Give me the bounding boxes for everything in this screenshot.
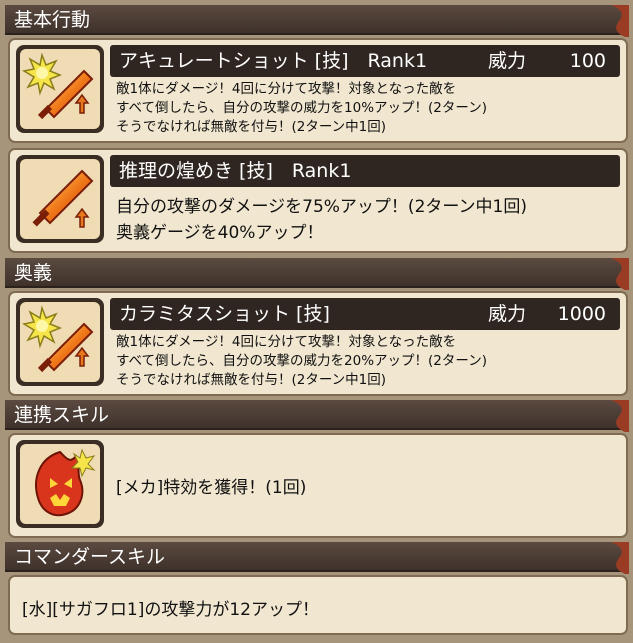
section-title: 奥義: [14, 262, 53, 284]
link-skill-card[interactable]: [メカ]特効を獲得！(1回): [8, 433, 628, 538]
link-skill-text: [メカ]特効を獲得！(1回): [116, 478, 307, 498]
power-value: 1000: [557, 303, 606, 325]
header-curl-ornament: [611, 400, 629, 432]
skill-description: 敵1体にダメージ！4回に分けて攻撃！対象となった敵を すべて倒したら、自分の攻撃…: [116, 333, 616, 390]
section-header-commander-skill: コマンダースキル: [5, 542, 629, 574]
description-line: 敵1体にダメージ！4回に分けて攻撃！対象となった敵を: [116, 334, 457, 350]
power-label: 威力: [487, 303, 526, 325]
power-label: 威力: [487, 50, 526, 72]
section-title: 基本行動: [14, 9, 91, 31]
header-curl-ornament: [611, 542, 629, 574]
burst-sword-icon: [21, 52, 94, 120]
description-line: そうでなければ無敵を付与！(2ターン中1回): [116, 119, 387, 135]
description-line: そうでなければ無敵を付与！(2ターン中1回): [116, 372, 387, 388]
header-curl-ornament: [611, 258, 629, 290]
power-value: 100: [569, 50, 606, 72]
skill-name: アキュレートショット [技] Rank1: [119, 50, 428, 72]
section-header-basic-action: 基本行動: [5, 5, 629, 37]
skill-card-accurate-shot[interactable]: アキュレートショット [技] Rank1 威力 100 敵1体にダメージ！4回に…: [8, 38, 628, 143]
skill-title-bar: 推理の煌めき [技] Rank1: [110, 155, 620, 187]
skill-name: 推理の煌めき [技] Rank1: [119, 160, 352, 182]
skill-title-bar: カラミタスショット [技] 威力 1000: [110, 298, 620, 330]
skill-card-deduction-sparkle[interactable]: 推理の煌めき [技] Rank1 自分の攻撃のダメージを75%アップ！(2ターン…: [8, 148, 628, 253]
description-line: すべて倒したら、自分の攻撃の威力を20%アップ！(2ターン): [116, 353, 487, 369]
skill-title-bar: アキュレートショット [技] Rank1 威力 100: [110, 45, 620, 77]
fire-ghost-icon: [35, 448, 96, 517]
skill-card-calamitous-shot[interactable]: カラミタスショット [技] 威力 1000 敵1体にダメージ！4回に分けて攻撃！…: [8, 291, 628, 396]
skill-icon-frame: [16, 440, 104, 528]
skill-icon-frame: [16, 155, 104, 243]
commander-skill-text: [水][サガフロ1]の攻撃力が12アップ！: [22, 600, 319, 620]
burst-sword-icon: [21, 305, 94, 373]
description-line: 敵1体にダメージ！4回に分けて攻撃！対象となった敵を: [116, 81, 457, 97]
commander-skill-card[interactable]: [水][サガフロ1]の攻撃力が12アップ！: [8, 575, 628, 635]
skill-name: カラミタスショット [技]: [119, 303, 330, 325]
description-line: すべて倒したら、自分の攻撃の威力を10%アップ！(2ターン): [116, 100, 487, 116]
section-header-link-skill: 連携スキル: [5, 400, 629, 432]
description-line: 奥義ゲージを40%アップ！: [116, 223, 324, 243]
sword-up-icon: [32, 169, 94, 228]
section-title: 連携スキル: [14, 404, 110, 426]
skill-description: 自分の攻撃のダメージを75%アップ！(2ターン中1回) 奥義ゲージを40%アップ…: [116, 194, 616, 246]
description-line: 自分の攻撃のダメージを75%アップ！(2ターン中1回): [116, 197, 527, 217]
header-curl-ornament: [611, 5, 629, 37]
section-title: コマンダースキル: [14, 546, 166, 568]
skill-icon-frame: [16, 298, 104, 386]
section-header-ougi: 奥義: [5, 258, 629, 290]
skill-icon-frame: [16, 45, 104, 133]
skill-description: 敵1体にダメージ！4回に分けて攻撃！対象となった敵を すべて倒したら、自分の攻撃…: [116, 80, 616, 137]
